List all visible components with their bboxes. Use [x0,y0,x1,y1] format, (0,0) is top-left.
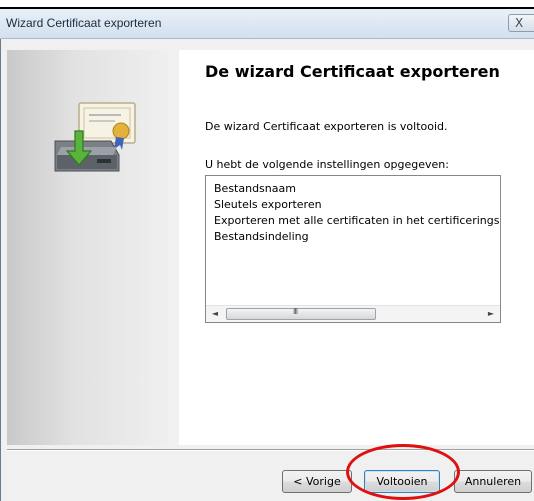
scroll-thumb[interactable]: III [226,307,376,320]
finish-button[interactable]: Voltooien [364,470,440,493]
screen-edge [0,0,534,9]
list-item[interactable]: Bestandsindeling [214,229,309,244]
cancel-button[interactable]: Annuleren [454,470,532,493]
page-title: De wizard Certificaat exporteren [205,62,500,81]
completion-message: De wizard Certificaat exporteren is volt… [205,120,448,133]
back-button[interactable]: < Vorige [282,470,352,493]
close-icon: X [515,16,524,30]
list-item[interactable]: Exporteren met alle certificaten in het … [214,213,500,228]
certificate-export-icon [54,102,136,172]
wizard-side-panel [7,50,179,445]
list-item[interactable]: Sleutels exporteren [214,197,322,212]
button-separator [7,449,534,451]
settings-label: U hebt de volgende instellingen opgegeve… [205,158,449,171]
close-button[interactable]: X [508,14,534,32]
scroll-left-arrow-icon[interactable]: ◄ [208,307,222,321]
list-item[interactable]: Bestandsnaam [214,181,296,196]
scroll-grip-icon: III [293,307,298,316]
title-bar[interactable]: Wizard Certificaat exporteren [0,9,534,39]
horizontal-scrollbar[interactable]: ◄ III ► [206,305,500,322]
window-title: Wizard Certificaat exporteren [6,16,162,30]
settings-list[interactable]: Bestandsnaam Sleutels exporteren Exporte… [205,175,501,323]
scroll-right-arrow-icon[interactable]: ► [484,307,498,321]
